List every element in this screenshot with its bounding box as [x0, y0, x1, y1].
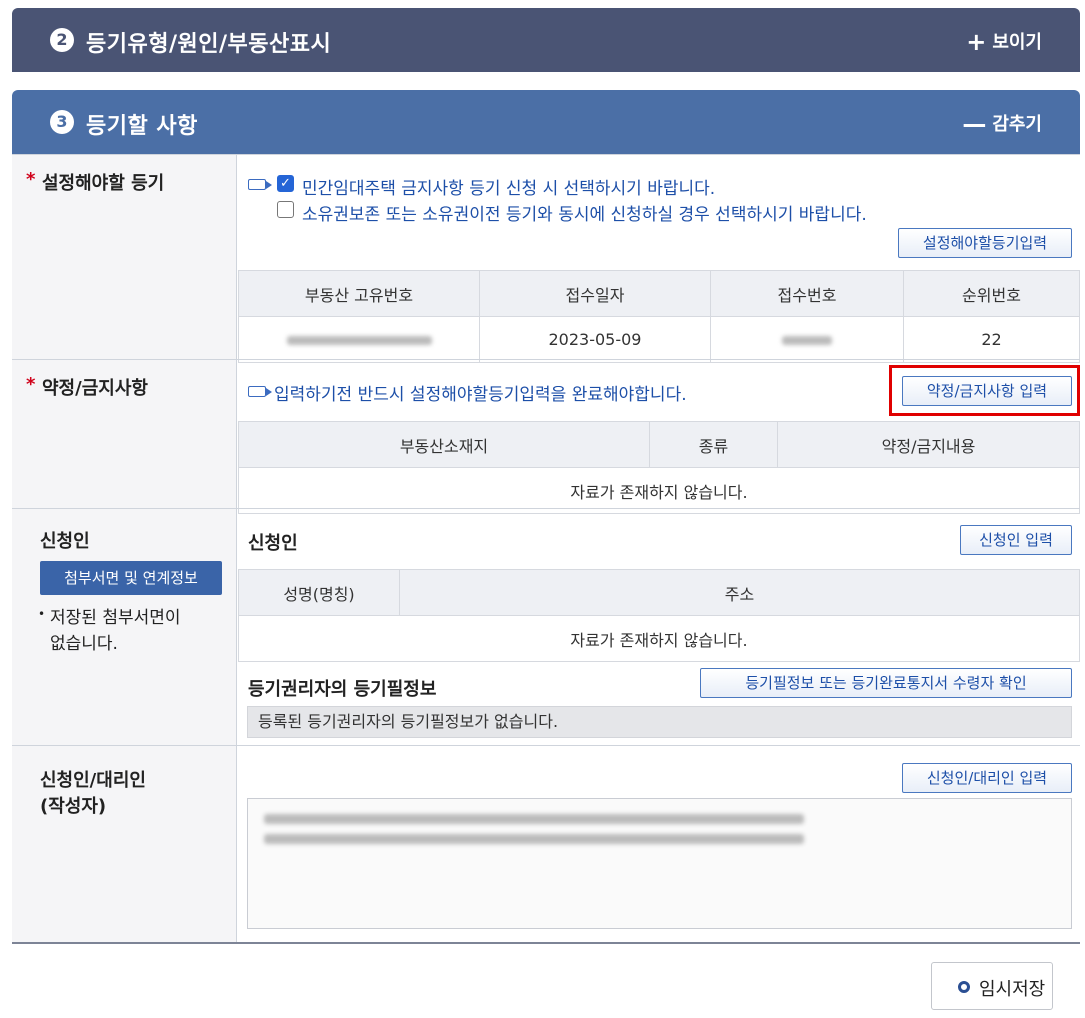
registration-label: 설정해야할 등기 [42, 173, 165, 194]
applicant-subtitle: 신청인 [248, 533, 298, 554]
section3-toggle-label: 감추기 [992, 114, 1042, 135]
agent-row: 신청인/대리인 (작성자) 신청인/대리인 입력 [12, 745, 1080, 944]
temp-save-button[interactable]: 임시저장 [931, 962, 1053, 1010]
agent-label-line2: (작성자) [40, 796, 107, 817]
table-header-row: 부동산소재지 종류 약정/금지내용 [238, 421, 1080, 468]
arrow-icon [248, 179, 272, 190]
restriction-row: * 약정/금지사항 입력하기전 반드시 설정해야할등기입력을 완료해야합니다. … [12, 359, 1080, 514]
arrow-icon [248, 386, 272, 397]
table-row: 자료가 존재하지 않습니다. [238, 467, 1080, 514]
ownership-label: 소유권보존 또는 소유권이전 등기와 동시에 신청하실 경우 선택하시기 바랍니… [302, 205, 867, 225]
agent-label-line1: 신청인/대리인 [40, 770, 146, 791]
section2-title: 등기유형/원인/부동산표시 [86, 32, 332, 57]
col-address: 주소 [399, 569, 1080, 616]
agent-info-textarea[interactable] [247, 798, 1072, 929]
applicant-label-cell: 신청인 첨부서면 및 연계정보 • 저장된 첨부서면이 없습니다. [12, 509, 237, 746]
restriction-label-cell: * 약정/금지사항 [12, 360, 237, 509]
section3-title: 등기할 사항 [86, 114, 198, 139]
applicant-input-button[interactable]: 신청인 입력 [960, 525, 1072, 555]
table-header-row: 부동산 고유번호 접수일자 접수번호 순위번호 [238, 270, 1080, 317]
redacted-line [264, 829, 804, 848]
section2-header: 2 등기유형/원인/부동산표시 + 보이기 [12, 8, 1080, 72]
rights-info-title: 등기권리자의 등기필정보 [248, 679, 437, 700]
receipt-number-cell [710, 316, 904, 363]
registration-label-cell: * 설정해야할 등기 [12, 155, 237, 360]
attachment-button[interactable]: 첨부서면 및 연계정보 [40, 561, 222, 595]
empty-message: 자료가 존재하지 않습니다. [238, 615, 1080, 662]
private-rental-checkbox[interactable]: ✓ [277, 175, 294, 192]
col-location: 부동산소재지 [238, 421, 650, 468]
section2-toggle-label: 보이기 [992, 32, 1042, 53]
restriction-notice: 입력하기전 반드시 설정해야할등기입력을 완료해야합니다. [274, 385, 687, 405]
section2-number: 2 [50, 28, 74, 52]
temp-save-label: 임시저장 [979, 979, 1046, 1000]
restriction-input-button[interactable]: 약정/금지사항 입력 [902, 376, 1072, 406]
circle-icon [958, 981, 970, 993]
empty-message: 자료가 존재하지 않습니다. [238, 467, 1080, 514]
col-type: 종류 [649, 421, 778, 468]
plus-icon: + [966, 28, 987, 56]
section3-hide-toggle[interactable]: — 감추기 [962, 110, 1042, 138]
ownership-checkbox[interactable] [277, 201, 294, 218]
note-bullet: • [38, 607, 46, 621]
applicant-row: 신청인 첨부서면 및 연계정보 • 저장된 첨부서면이 없습니다. 신청인 신청… [12, 508, 1080, 746]
attachment-note: 저장된 첨부서면이 없습니다. [50, 608, 181, 654]
minus-icon: — [962, 110, 987, 138]
restriction-table: 부동산소재지 종류 약정/금지내용 자료가 존재하지 않습니다. [238, 421, 1080, 514]
registration-input-button[interactable]: 설정해야할등기입력 [898, 228, 1072, 258]
col-content: 약정/금지내용 [777, 421, 1080, 468]
private-rental-label: 민간임대주택 금지사항 등기 신청 시 선택하시기 바랍니다. [302, 179, 716, 199]
col-receipt-date: 접수일자 [479, 270, 711, 317]
rights-info-empty: 등록된 등기권리자의 등기필정보가 없습니다. [247, 706, 1072, 738]
registration-row: * 설정해야할 등기 ✓ 민간임대주택 금지사항 등기 신청 시 선택하시기 바… [12, 154, 1080, 363]
redacted-line [264, 809, 804, 828]
table-header-row: 성명(명칭) 주소 [238, 569, 1080, 616]
rights-info-button[interactable]: 등기필정보 또는 등기완료통지서 수령자 확인 [700, 668, 1072, 698]
table-row: 2023-05-09 22 [238, 316, 1080, 363]
agent-input-button[interactable]: 신청인/대리인 입력 [902, 763, 1072, 793]
redacted-value [286, 336, 432, 345]
unique-number-cell [238, 316, 480, 363]
agent-label-cell: 신청인/대리인 (작성자) [12, 746, 237, 942]
col-rank-number: 순위번호 [903, 270, 1080, 317]
redacted-value [782, 336, 832, 345]
receipt-date-cell: 2023-05-09 [479, 316, 711, 363]
col-name: 성명(명칭) [238, 569, 400, 616]
restriction-label: 약정/금지사항 [42, 378, 148, 399]
required-mark: * [26, 374, 36, 395]
section3-header: 3 등기할 사항 — 감추기 [12, 90, 1080, 154]
table-row: 자료가 존재하지 않습니다. [238, 615, 1080, 662]
col-unique-number: 부동산 고유번호 [238, 270, 480, 317]
rank-number-cell: 22 [903, 316, 1080, 363]
applicant-table: 성명(명칭) 주소 자료가 존재하지 않습니다. [238, 569, 1080, 662]
section3-number: 3 [50, 110, 74, 134]
applicant-label: 신청인 [40, 531, 90, 552]
registration-table: 부동산 고유번호 접수일자 접수번호 순위번호 2023-05-09 22 [238, 270, 1080, 363]
required-mark: * [26, 169, 36, 190]
col-receipt-number: 접수번호 [710, 270, 904, 317]
section2-show-toggle[interactable]: + 보이기 [966, 28, 1042, 56]
